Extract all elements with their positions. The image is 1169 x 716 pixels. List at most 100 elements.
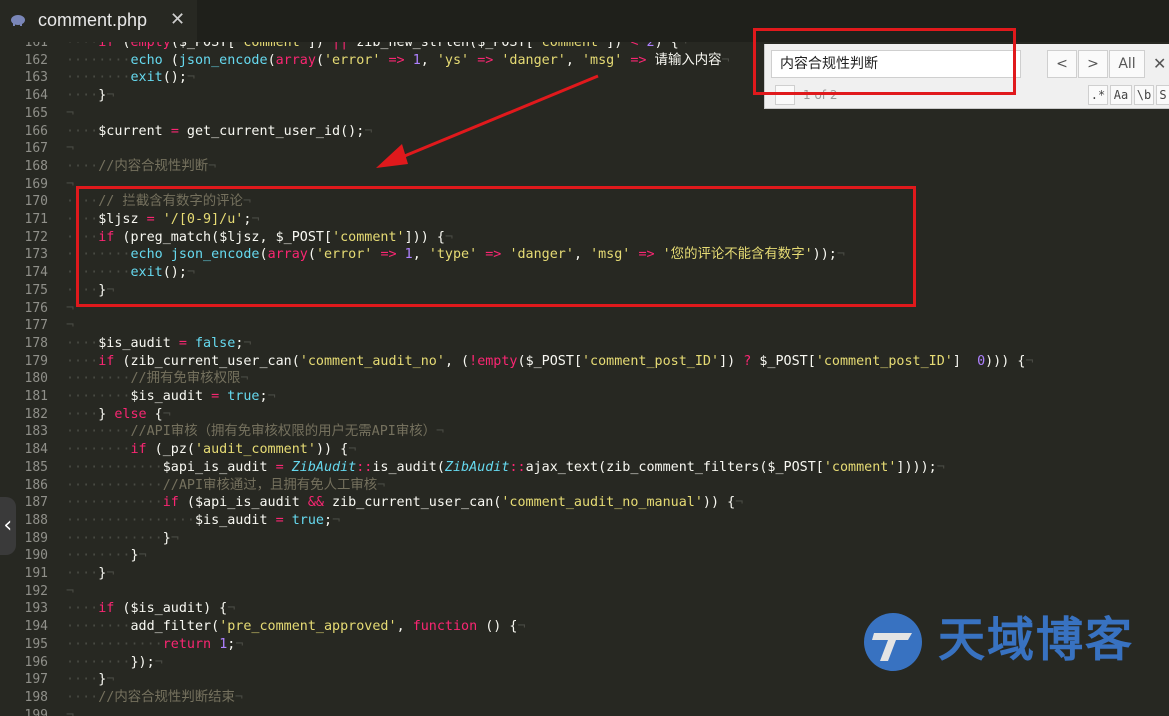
code-text: ········echo (json_encode(array('error' … xyxy=(66,52,730,68)
line-number: 196 xyxy=(24,654,48,670)
code-text: ····if (zib_current_user_can('comment_au… xyxy=(66,353,1034,369)
line-number: 198 xyxy=(24,689,48,705)
code-text: ¬ xyxy=(66,583,75,599)
code-line[interactable]: 190 ········}¬ xyxy=(0,547,1169,565)
regex-toggle[interactable]: .* xyxy=(1088,85,1108,105)
line-number: 199 xyxy=(24,707,48,716)
code-line[interactable]: 187 ············if ($api_is_audit && zib_… xyxy=(0,494,1169,512)
close-find-icon[interactable]: ✕ xyxy=(1153,54,1166,73)
find-in-selection-toggle[interactable] xyxy=(775,85,795,105)
line-number: 167 xyxy=(24,141,48,157)
line-number: 168 xyxy=(24,158,48,174)
code-text: ············return 1;¬ xyxy=(66,636,244,652)
code-line[interactable]: 199 ¬ xyxy=(0,707,1169,716)
line-number: 173 xyxy=(24,247,48,263)
line-number: 183 xyxy=(24,424,48,440)
code-line[interactable]: 177 ¬ xyxy=(0,317,1169,335)
code-text: ············}¬ xyxy=(66,530,179,546)
collapse-sidebar-button[interactable]: ‹ xyxy=(0,497,16,555)
line-number: 171 xyxy=(24,212,48,227)
find-input[interactable]: 内容合规性判断 xyxy=(771,50,1021,78)
line-number: 162 xyxy=(24,52,48,68)
line-number: 164 xyxy=(24,88,48,104)
code-line[interactable]: 184 ········if (_pz('audit_comment')) {¬ xyxy=(0,441,1169,459)
code-line[interactable]: 180 ········//拥有免审核权限¬ xyxy=(0,370,1169,388)
code-text: ········}¬ xyxy=(66,548,147,564)
code-line[interactable]: 175 ····}¬ xyxy=(0,282,1169,300)
line-number: 177 xyxy=(24,318,48,334)
code-text: ····//内容合规性判断¬ xyxy=(66,158,217,174)
code-line[interactable]: 173 ········echo json_encode(array('error… xyxy=(0,246,1169,264)
code-line[interactable]: 197 ····}¬ xyxy=(0,671,1169,689)
code-text: ¬ xyxy=(66,707,75,716)
code-text: ············if ($api_is_audit && zib_cur… xyxy=(66,495,744,511)
code-text: ····$is_audit = false;¬ xyxy=(66,335,252,351)
code-text: ········exit();¬ xyxy=(66,265,195,281)
code-text: ············//API审核通过，且拥有免人工审核¬ xyxy=(66,477,386,493)
code-line[interactable]: 186 ············//API审核通过，且拥有免人工审核¬ xyxy=(0,477,1169,495)
code-text: ········//API审核（拥有免审核权限的用户无需API审核）¬ xyxy=(66,424,445,440)
line-number: 197 xyxy=(24,672,48,688)
find-prev-button[interactable]: < xyxy=(1047,50,1077,78)
line-number: 175 xyxy=(24,282,48,298)
code-line[interactable]: 181 ········$is_audit = true;¬ xyxy=(0,388,1169,406)
code-text: ········//拥有免审核权限¬ xyxy=(66,371,249,387)
code-line[interactable]: 176 ¬ xyxy=(0,300,1169,318)
code-line[interactable]: 172 ····if (preg_match($ljsz, $_POST['com… xyxy=(0,229,1169,247)
code-line[interactable]: 185 ············$api_is_audit = ZibAudit:… xyxy=(0,459,1169,477)
line-number: 182 xyxy=(24,406,48,422)
line-number: 165 xyxy=(24,105,48,121)
code-text: ····if (empty($_POST['comment']) || zib_… xyxy=(66,42,687,50)
code-text: ········exit();¬ xyxy=(66,70,195,86)
line-number: 163 xyxy=(24,70,48,86)
code-line[interactable]: 170 ····// 拦截含有数字的评论¬ xyxy=(0,193,1169,211)
highlight-toggle[interactable]: S xyxy=(1156,85,1169,105)
close-tab-icon[interactable]: ✕ xyxy=(170,9,185,30)
code-line[interactable]: 171 ····$ljsz = '/[0-9]/u';¬ xyxy=(0,211,1169,229)
line-number: 170 xyxy=(24,194,48,210)
code-text: ····if (preg_match($ljsz, $_POST['commen… xyxy=(66,229,453,245)
code-text: ····} else {¬ xyxy=(66,406,171,422)
code-line[interactable]: 178 ····$is_audit = false;¬ xyxy=(0,335,1169,353)
code-text: ········add_filter('pre_comment_approved… xyxy=(66,619,526,635)
code-text: ················$is_audit = true;¬ xyxy=(66,512,341,528)
watermark-text: 天域博客 xyxy=(938,613,1134,668)
line-number: 180 xyxy=(24,371,48,387)
code-line[interactable]: 182 ····} else {¬ xyxy=(0,406,1169,424)
find-all-button[interactable]: All xyxy=(1109,50,1145,78)
code-text: ¬ xyxy=(66,141,75,157)
line-number: 194 xyxy=(24,619,48,635)
line-number: 161 xyxy=(24,42,48,50)
find-panel: 内容合规性判断 < > All ✕ 1 of 2 .* Aa \b S xyxy=(764,44,1169,109)
line-number: 166 xyxy=(24,123,48,139)
code-line[interactable]: 198 ····//内容合规性判断结束¬ xyxy=(0,689,1169,707)
code-line[interactable]: 189 ············}¬ xyxy=(0,530,1169,548)
line-number: 172 xyxy=(24,229,48,245)
code-line[interactable]: 192 ¬ xyxy=(0,583,1169,601)
code-line[interactable]: 188 ················$is_audit = true;¬ xyxy=(0,512,1169,530)
red-arrow xyxy=(376,74,599,168)
line-number: 174 xyxy=(24,265,48,281)
code-text: ············$api_is_audit = ZibAudit::is… xyxy=(66,459,945,475)
code-text: ····if ($is_audit) {¬ xyxy=(66,601,236,617)
tab-comment-php[interactable]: comment.php ✕ xyxy=(0,0,197,44)
code-text: ¬ xyxy=(66,318,75,334)
code-line[interactable]: 183 ········//API审核（拥有免审核权限的用户无需API审核）¬ xyxy=(0,423,1169,441)
code-text: ····$ljsz = '/[0-9]/u';¬ xyxy=(66,212,260,227)
code-text: ····}¬ xyxy=(66,88,115,104)
case-sensitive-toggle[interactable]: Aa xyxy=(1110,85,1132,105)
code-text: ········$is_audit = true;¬ xyxy=(66,389,276,404)
code-line[interactable]: 191 ····}¬ xyxy=(0,565,1169,583)
php-elephant-icon xyxy=(11,15,25,26)
code-text: ········echo json_encode(array('error' =… xyxy=(66,247,845,263)
find-next-button[interactable]: > xyxy=(1078,50,1108,78)
tab-bar: comment.php ✕ xyxy=(0,0,1169,44)
code-line[interactable]: 179 ····if (zib_current_user_can('comment… xyxy=(0,353,1169,371)
code-text: ¬ xyxy=(66,105,75,121)
whole-word-toggle[interactable]: \b xyxy=(1134,85,1154,105)
code-text: ········if (_pz('audit_comment')) {¬ xyxy=(66,442,357,458)
line-number: 185 xyxy=(24,459,48,475)
line-number: 195 xyxy=(24,636,48,652)
code-line[interactable]: 174 ········exit();¬ xyxy=(0,264,1169,282)
code-text: ····// 拦截含有数字的评论¬ xyxy=(66,194,252,210)
